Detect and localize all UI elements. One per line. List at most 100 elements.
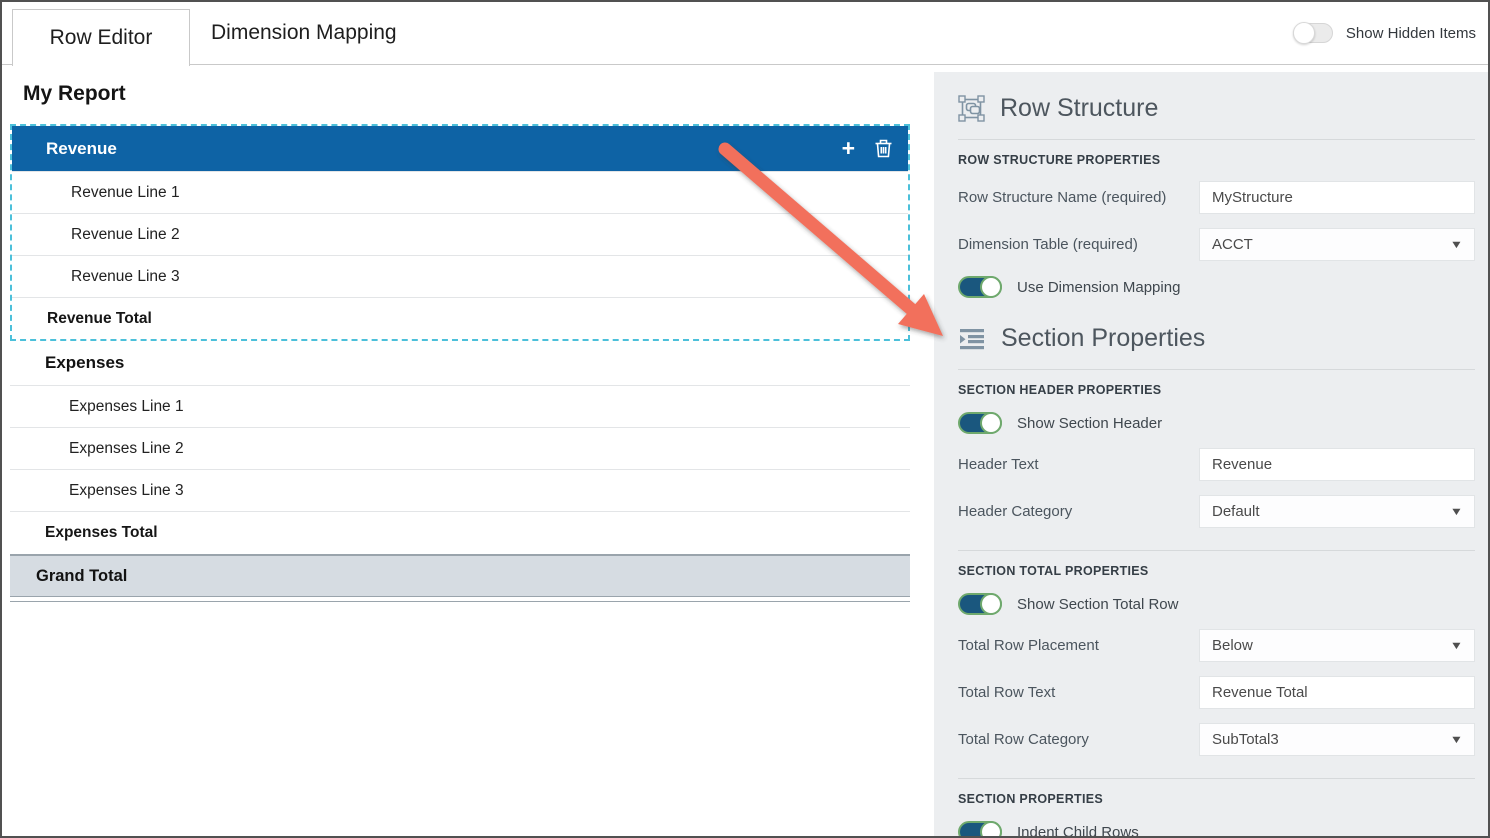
divider (958, 550, 1475, 551)
chevron-down-icon: ▼ (1450, 734, 1464, 746)
row-structure-name-label: Row Structure Name (required) (958, 189, 1199, 206)
expenses-section: Expenses Expenses Line 1 Expenses Line 2… (10, 341, 910, 553)
row-label: Revenue (46, 139, 117, 159)
selected-section-outline: Revenue + (10, 124, 910, 341)
properties-panel: Row Structure ROW STRUCTURE PROPERTIES R… (934, 72, 1488, 836)
indent-child-rows-toggle[interactable] (958, 821, 1002, 838)
dimension-table-select[interactable]: ACCT ▼ (1199, 228, 1475, 261)
tab-row-editor[interactable]: Row Editor (12, 9, 190, 66)
total-row-text-field: Total Row Text (958, 676, 1475, 709)
show-section-total-row: Show Section Total Row (958, 593, 1475, 615)
indent-child-rows-row: Indent Child Rows (958, 821, 1475, 838)
total-row-category-field: Total Row Category SubTotal3 ▼ (958, 723, 1475, 756)
total-row-category-label: Total Row Category (958, 731, 1199, 748)
header-category-label: Header Category (958, 503, 1199, 520)
section-header-properties-label: SECTION HEADER PROPERTIES (958, 383, 1475, 397)
dimension-table-value: ACCT (1212, 236, 1253, 253)
tab-dimension-mapping-label: Dimension Mapping (211, 21, 397, 45)
section-properties-icon (958, 327, 986, 351)
row-expenses-line-2[interactable]: Expenses Line 2 (10, 427, 910, 469)
row-label: Expenses Line 1 (69, 398, 184, 416)
show-hidden-items-control: Show Hidden Items (1293, 2, 1476, 64)
row-label: Expenses Total (45, 524, 158, 542)
row-label: Expenses Line 3 (69, 482, 184, 500)
row-revenue-header[interactable]: Revenue + (12, 126, 908, 171)
row-structure-title: Row Structure (1000, 94, 1158, 123)
chevron-down-icon: ▼ (1450, 506, 1464, 518)
tabbar-divider (2, 64, 1488, 65)
section-properties-group-label: SECTION PROPERTIES (958, 792, 1475, 806)
add-row-icon[interactable]: + (842, 137, 855, 160)
show-hidden-items-toggle[interactable] (1293, 23, 1333, 43)
app-window: Row Editor Dimension Mapping Show Hidden… (0, 0, 1490, 838)
use-dimension-mapping-row: Use Dimension Mapping (958, 276, 1475, 298)
show-section-total-toggle[interactable] (958, 593, 1002, 615)
row-structure-heading: Row Structure (958, 94, 1475, 123)
row-expenses-line-3[interactable]: Expenses Line 3 (10, 469, 910, 511)
divider (958, 139, 1475, 140)
row-structure-name-field: Row Structure Name (required) (958, 181, 1475, 214)
show-hidden-items-label: Show Hidden Items (1346, 25, 1476, 42)
header-category-select[interactable]: Default ▼ (1199, 495, 1475, 528)
divider (958, 778, 1475, 779)
indent-child-rows-label: Indent Child Rows (1017, 824, 1139, 838)
chevron-down-icon: ▼ (1450, 239, 1464, 251)
chevron-down-icon: ▼ (1450, 640, 1464, 652)
row-label: Expenses (45, 353, 124, 373)
row-revenue-total[interactable]: Revenue Total (12, 297, 908, 339)
row-revenue-line-1[interactable]: Revenue Line 1 (12, 171, 908, 213)
total-row-category-value: SubTotal3 (1212, 731, 1279, 748)
total-row-placement-label: Total Row Placement (958, 637, 1199, 654)
header-category-field: Header Category Default ▼ (958, 495, 1475, 528)
row-structure-properties-label: ROW STRUCTURE PROPERTIES (958, 153, 1475, 167)
row-grand-total[interactable]: Grand Total (10, 554, 910, 597)
row-structure-name-input[interactable] (1199, 181, 1475, 214)
header-text-input[interactable] (1199, 448, 1475, 481)
grand-total-underline (10, 601, 910, 602)
toggle-knob (1293, 22, 1315, 44)
row-label: Revenue Line 2 (71, 226, 180, 244)
row-label: Revenue Line 1 (71, 184, 180, 202)
header-category-value: Default (1212, 503, 1260, 520)
show-section-header-label: Show Section Header (1017, 415, 1162, 432)
row-revenue-line-2[interactable]: Revenue Line 2 (12, 213, 908, 255)
row-expenses-total[interactable]: Expenses Total (10, 511, 910, 553)
toggle-knob (980, 593, 1002, 615)
total-row-text-input[interactable] (1199, 676, 1475, 709)
toggle-knob (980, 821, 1002, 838)
row-revenue-line-3[interactable]: Revenue Line 3 (12, 255, 908, 297)
total-row-placement-field: Total Row Placement Below ▼ (958, 629, 1475, 662)
show-section-header-row: Show Section Header (958, 412, 1475, 434)
show-section-header-toggle[interactable] (958, 412, 1002, 434)
delete-row-icon[interactable] (875, 139, 892, 158)
row-structure-icon (958, 95, 985, 122)
total-row-placement-value: Below (1212, 637, 1253, 654)
total-row-category-select[interactable]: SubTotal3 ▼ (1199, 723, 1475, 756)
row-expenses-header[interactable]: Expenses (10, 341, 910, 385)
use-dimension-mapping-toggle[interactable] (958, 276, 1002, 298)
use-dimension-mapping-label: Use Dimension Mapping (1017, 279, 1180, 296)
report-row-list: Revenue + (10, 124, 910, 602)
section-properties-heading: Section Properties (958, 324, 1475, 353)
tab-dimension-mapping[interactable]: Dimension Mapping (211, 2, 397, 64)
divider (958, 369, 1475, 370)
row-label: Grand Total (36, 567, 127, 586)
tab-row-editor-label: Row Editor (50, 26, 153, 50)
row-action-icons: + (842, 126, 892, 171)
row-label: Expenses Line 2 (69, 440, 184, 458)
show-section-total-label: Show Section Total Row (1017, 596, 1178, 613)
total-row-text-label: Total Row Text (958, 684, 1199, 701)
dimension-table-field: Dimension Table (required) ACCT ▼ (958, 228, 1475, 261)
row-expenses-line-1[interactable]: Expenses Line 1 (10, 385, 910, 427)
dimension-table-label: Dimension Table (required) (958, 236, 1199, 253)
header-text-field: Header Text (958, 448, 1475, 481)
section-properties-title: Section Properties (1001, 324, 1205, 353)
row-label: Revenue Total (47, 310, 152, 328)
toggle-knob (980, 276, 1002, 298)
report-title: My Report (23, 82, 126, 106)
header-text-label: Header Text (958, 456, 1199, 473)
section-total-properties-label: SECTION TOTAL PROPERTIES (958, 564, 1475, 578)
row-label: Revenue Line 3 (71, 268, 180, 286)
toggle-knob (980, 412, 1002, 434)
total-row-placement-select[interactable]: Below ▼ (1199, 629, 1475, 662)
